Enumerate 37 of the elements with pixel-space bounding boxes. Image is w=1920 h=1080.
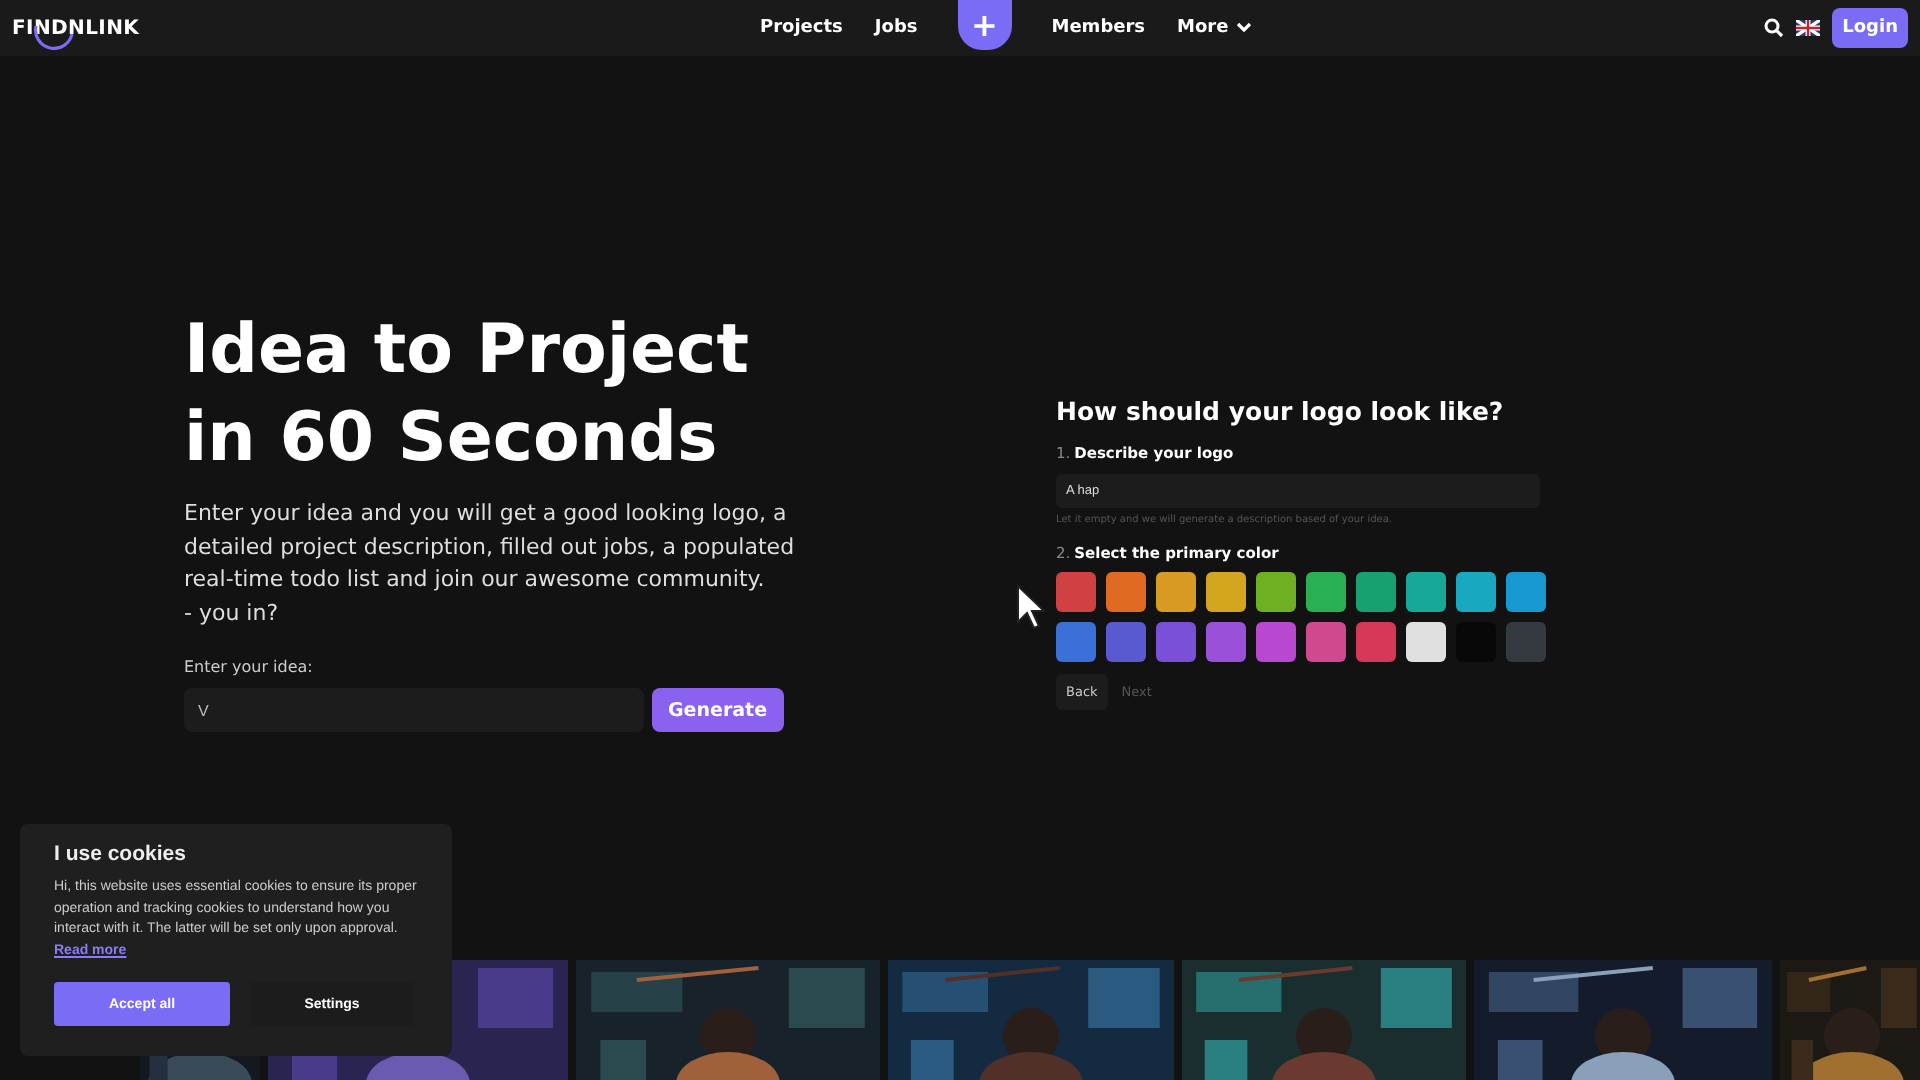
nav-link[interactable]: Projects xyxy=(760,0,843,56)
color-swatch[interactable] xyxy=(1106,572,1146,612)
cookie-title: I use cookies xyxy=(54,842,188,866)
intro-text: Enter your idea and you will get a good looking logo, a detailed project description, filled out jobs, a populated real-time todo list and join our awesome community. - you in? xyxy=(184,498,797,629)
login-button[interactable]: Login xyxy=(1832,8,1908,48)
idea-field[interactable]: V xyxy=(184,688,644,732)
hero-title: Idea to Project in 60 Seconds xyxy=(184,308,751,482)
color-swatch[interactable] xyxy=(1306,622,1346,662)
create-button[interactable]: + xyxy=(957,0,1012,50)
logo-text[interactable]: FINDNLINK xyxy=(12,17,140,39)
color-swatch[interactable] xyxy=(1056,622,1096,662)
nav-menu[interactable]: More xyxy=(1177,0,1253,56)
color-swatch[interactable] xyxy=(1406,622,1446,662)
color-swatch[interactable] xyxy=(1356,622,1396,662)
color-swatch[interactable] xyxy=(1106,622,1146,662)
color-swatch[interactable] xyxy=(1506,622,1546,662)
nav-link[interactable]: Members xyxy=(1051,0,1146,56)
chevron-down-icon xyxy=(1236,22,1253,34)
step-title: How should your logo look like? xyxy=(1056,396,1506,426)
color-swatch[interactable] xyxy=(1156,572,1196,612)
flag-icon[interactable] xyxy=(1796,20,1821,36)
color-swatch[interactable] xyxy=(1406,572,1446,612)
color-swatch[interactable] xyxy=(1156,622,1196,662)
idea-label: Enter your idea: xyxy=(184,658,315,676)
search-icon[interactable] xyxy=(1764,18,1785,38)
color-swatch[interactable] xyxy=(1206,622,1246,662)
nav-link[interactable]: Jobs xyxy=(874,0,918,56)
color-swatch[interactable] xyxy=(1056,572,1096,612)
color-swatch[interactable] xyxy=(1206,572,1246,612)
color-swatch[interactable] xyxy=(1256,622,1296,662)
color-swatch[interactable] xyxy=(1506,572,1546,612)
color-swatch[interactable] xyxy=(1356,572,1396,612)
color-swatch[interactable] xyxy=(1306,572,1346,612)
color-swatch[interactable] xyxy=(1256,572,1296,612)
generate-button[interactable]: Generate xyxy=(652,688,784,732)
pointer-icon xyxy=(1016,584,1046,632)
color-swatch[interactable] xyxy=(1456,572,1496,612)
